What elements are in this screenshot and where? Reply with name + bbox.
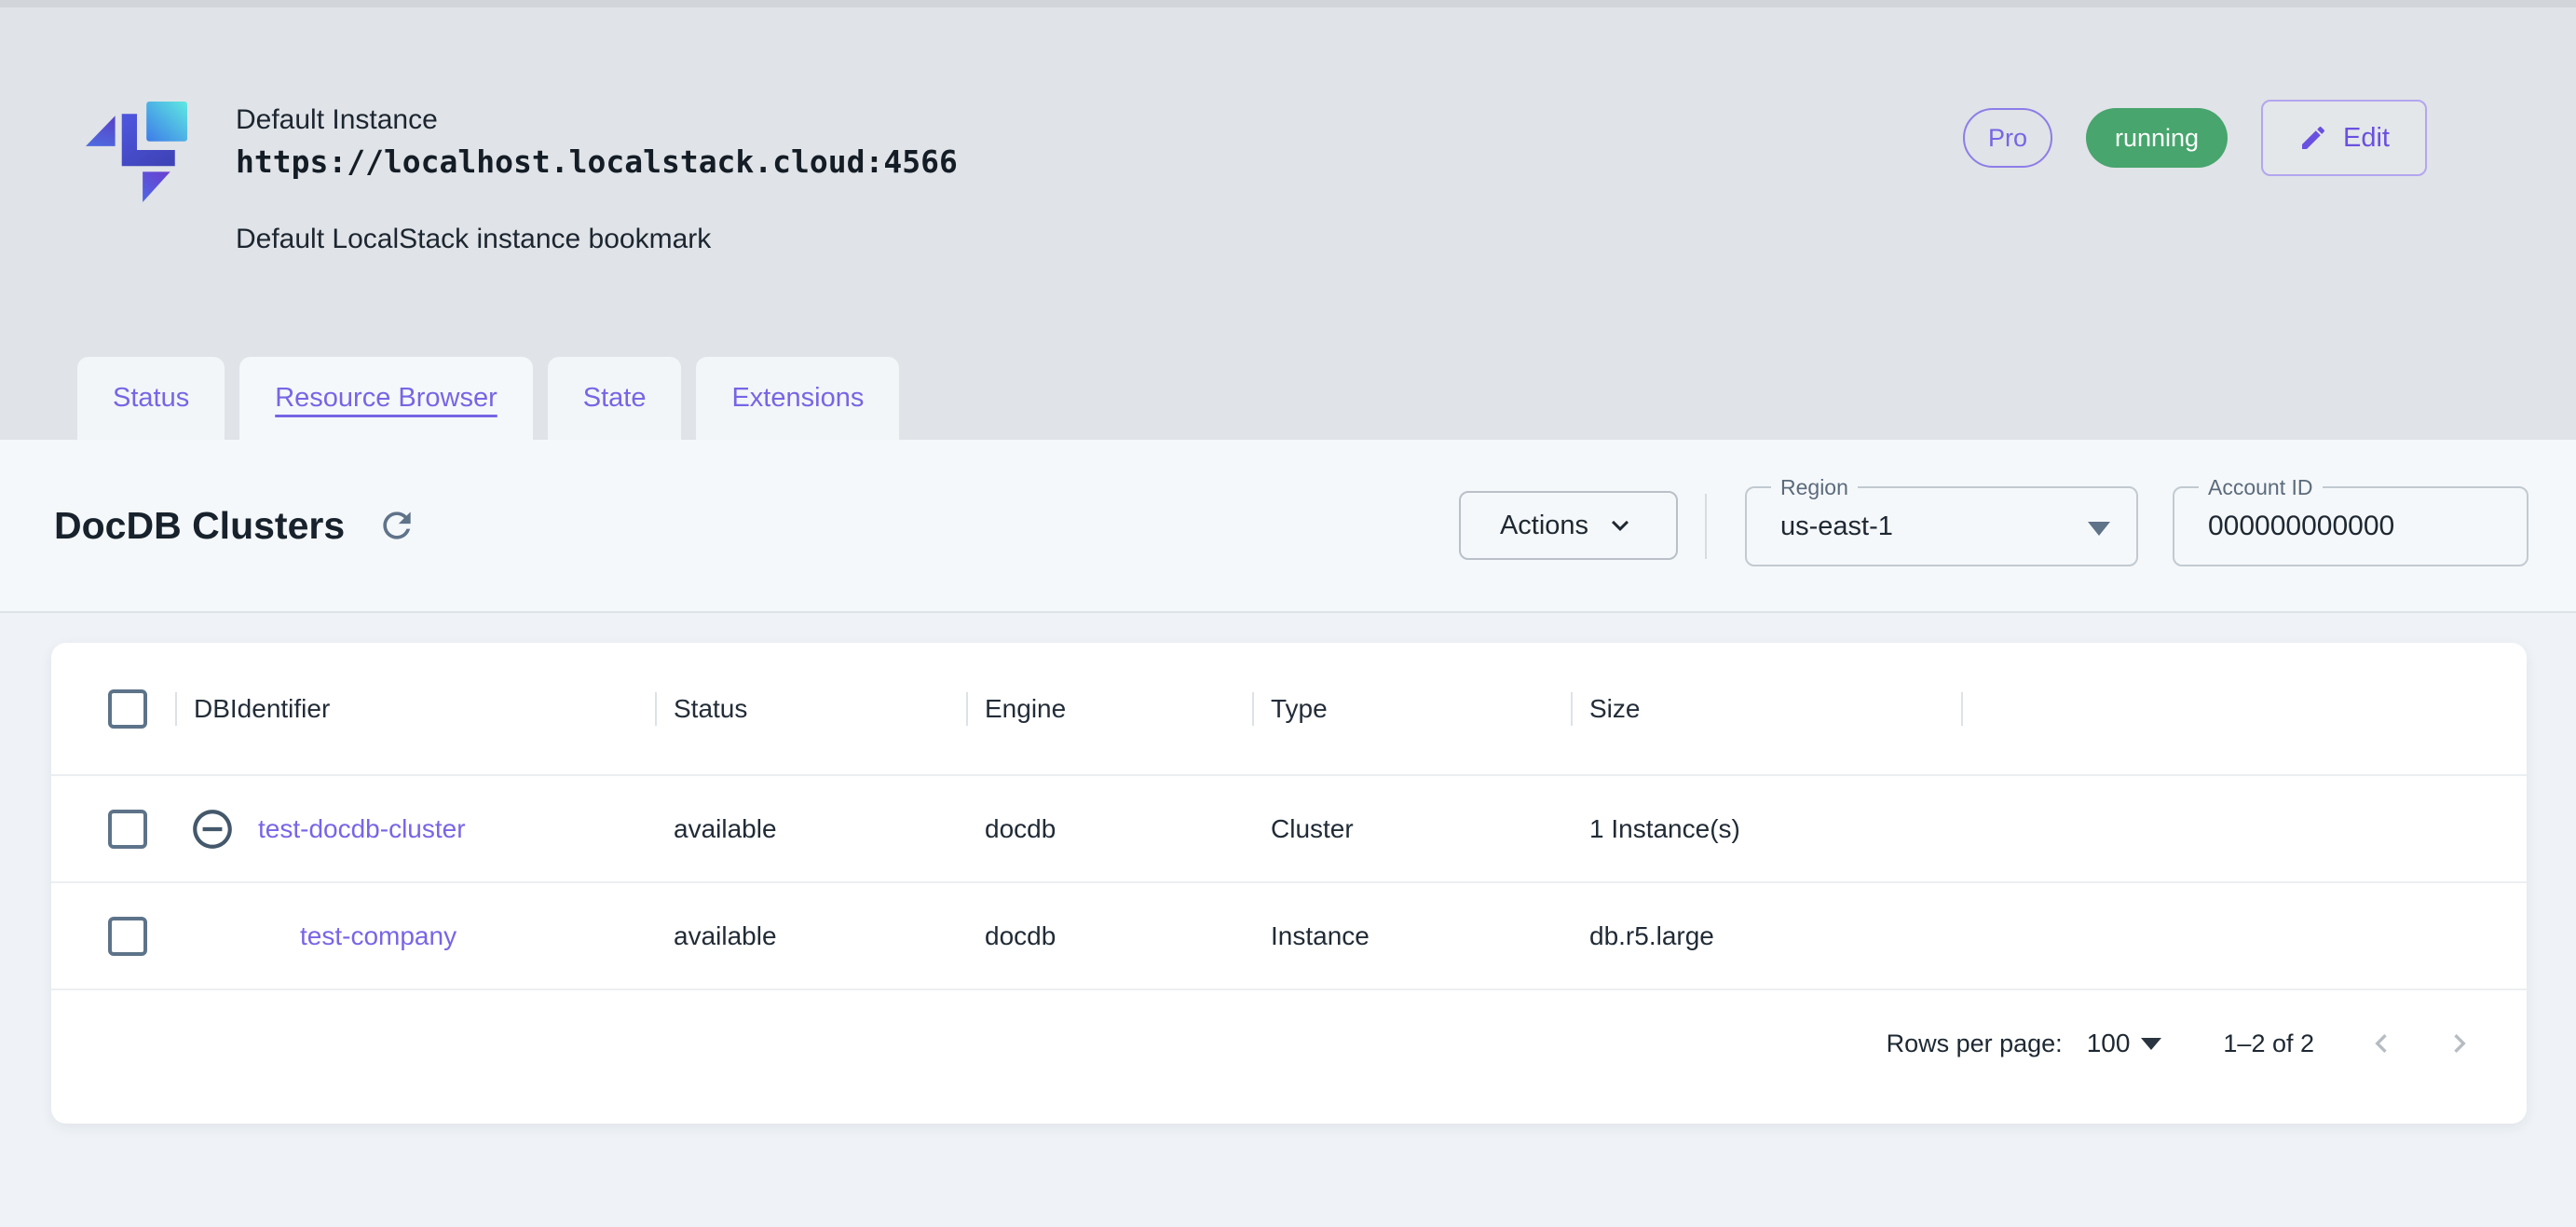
column-header-dbidentifier[interactable]: DBIdentifier (194, 643, 330, 774)
next-page-button[interactable] (2441, 1025, 2478, 1062)
localstack-logo-icon (84, 101, 188, 203)
size-cell: 1 Instance(s) (1589, 813, 1740, 843)
dropdown-arrow-icon (2088, 522, 2110, 536)
tab-bar: Status Resource Browser State Extensions (77, 357, 900, 440)
toolbar-divider (1705, 494, 1707, 559)
table-pagination-row: Rows per page: 100 1–2 of 2 (51, 990, 2527, 1097)
table-row: test-company available docdb Instance db… (51, 883, 2527, 990)
status-cell: available (674, 920, 777, 950)
region-select-value: us-east-1 (1780, 511, 1893, 541)
pagination-range: 1–2 of 2 (2223, 1029, 2314, 1057)
header-badges: Pro running Edit (1963, 93, 2427, 183)
pencil-icon (2298, 123, 2328, 153)
pro-badge: Pro (1963, 108, 2052, 168)
tab-state[interactable]: State (547, 357, 682, 440)
results-table-card: DBIdentifier Status Engine Type Size tes… (51, 643, 2527, 1124)
refresh-button[interactable] (376, 505, 417, 546)
status-cell: available (674, 813, 777, 843)
status-badge: running (2086, 108, 2228, 168)
page-title: DocDB Clusters (54, 503, 346, 547)
column-header-status[interactable]: Status (674, 643, 747, 774)
engine-cell: docdb (985, 813, 1056, 843)
instance-name: Default Instance (236, 104, 438, 135)
region-select[interactable]: Region us-east-1 (1745, 474, 2138, 566)
rows-per-page-select[interactable]: 100 (2087, 1029, 2162, 1058)
account-id-fieldset: Account ID (2173, 474, 2528, 566)
instance-url: https://localhost.localstack.cloud:4566 (236, 143, 958, 180)
chevron-left-icon (2363, 1025, 2400, 1062)
db-identifier-link[interactable]: test-company (300, 883, 457, 988)
engine-cell: docdb (985, 920, 1056, 950)
instance-info: Default Instance https://localhost.local… (236, 101, 958, 255)
pagination: Rows per page: 100 1–2 of 2 (1887, 990, 2478, 1097)
page: Default Instance https://localhost.local… (0, 0, 2576, 1227)
tab-extensions[interactable]: Extensions (696, 357, 900, 440)
previous-page-button[interactable] (2363, 1025, 2400, 1062)
rows-per-page-label: Rows per page: (1886, 1029, 2063, 1057)
instance-description: Default LocalStack instance bookmark (236, 224, 712, 254)
column-header-type[interactable]: Type (1271, 643, 1328, 774)
tab-status[interactable]: Status (77, 357, 225, 440)
edit-button-label: Edit (2343, 122, 2390, 153)
column-header-engine[interactable]: Engine (985, 643, 1066, 774)
table-row: test-docdb-cluster available docdb Clust… (51, 776, 2527, 883)
refresh-icon (376, 505, 417, 546)
actions-button[interactable]: Actions (1459, 491, 1678, 560)
size-cell: db.r5.large (1589, 920, 1714, 950)
table-header-row: DBIdentifier Status Engine Type Size (51, 643, 2527, 776)
db-identifier-link[interactable]: test-docdb-cluster (258, 776, 466, 881)
account-id-input[interactable] (2208, 490, 2506, 563)
minus-circle-icon[interactable] (189, 806, 236, 852)
select-all-checkbox[interactable] (108, 688, 147, 729)
edit-button[interactable]: Edit (2261, 100, 2427, 176)
dropdown-arrow-icon (2141, 1037, 2162, 1050)
row-checkbox[interactable] (108, 916, 147, 956)
content-area: DBIdentifier Status Engine Type Size tes… (0, 613, 2576, 1227)
chevron-right-icon (2441, 1025, 2478, 1062)
window-top-strip (0, 0, 2576, 7)
chevron-down-icon (1603, 509, 1637, 542)
row-checkbox[interactable] (108, 809, 147, 849)
resource-toolbar: DocDB Clusters Actions Region us-east-1 (0, 440, 2576, 613)
actions-button-label: Actions (1499, 510, 1589, 540)
column-header-size[interactable]: Size (1589, 643, 1640, 774)
instance-header: Default Instance https://localhost.local… (0, 7, 2576, 440)
tab-resource-browser[interactable]: Resource Browser (239, 357, 533, 440)
type-cell: Instance (1271, 920, 1370, 950)
type-cell: Cluster (1271, 813, 1354, 843)
